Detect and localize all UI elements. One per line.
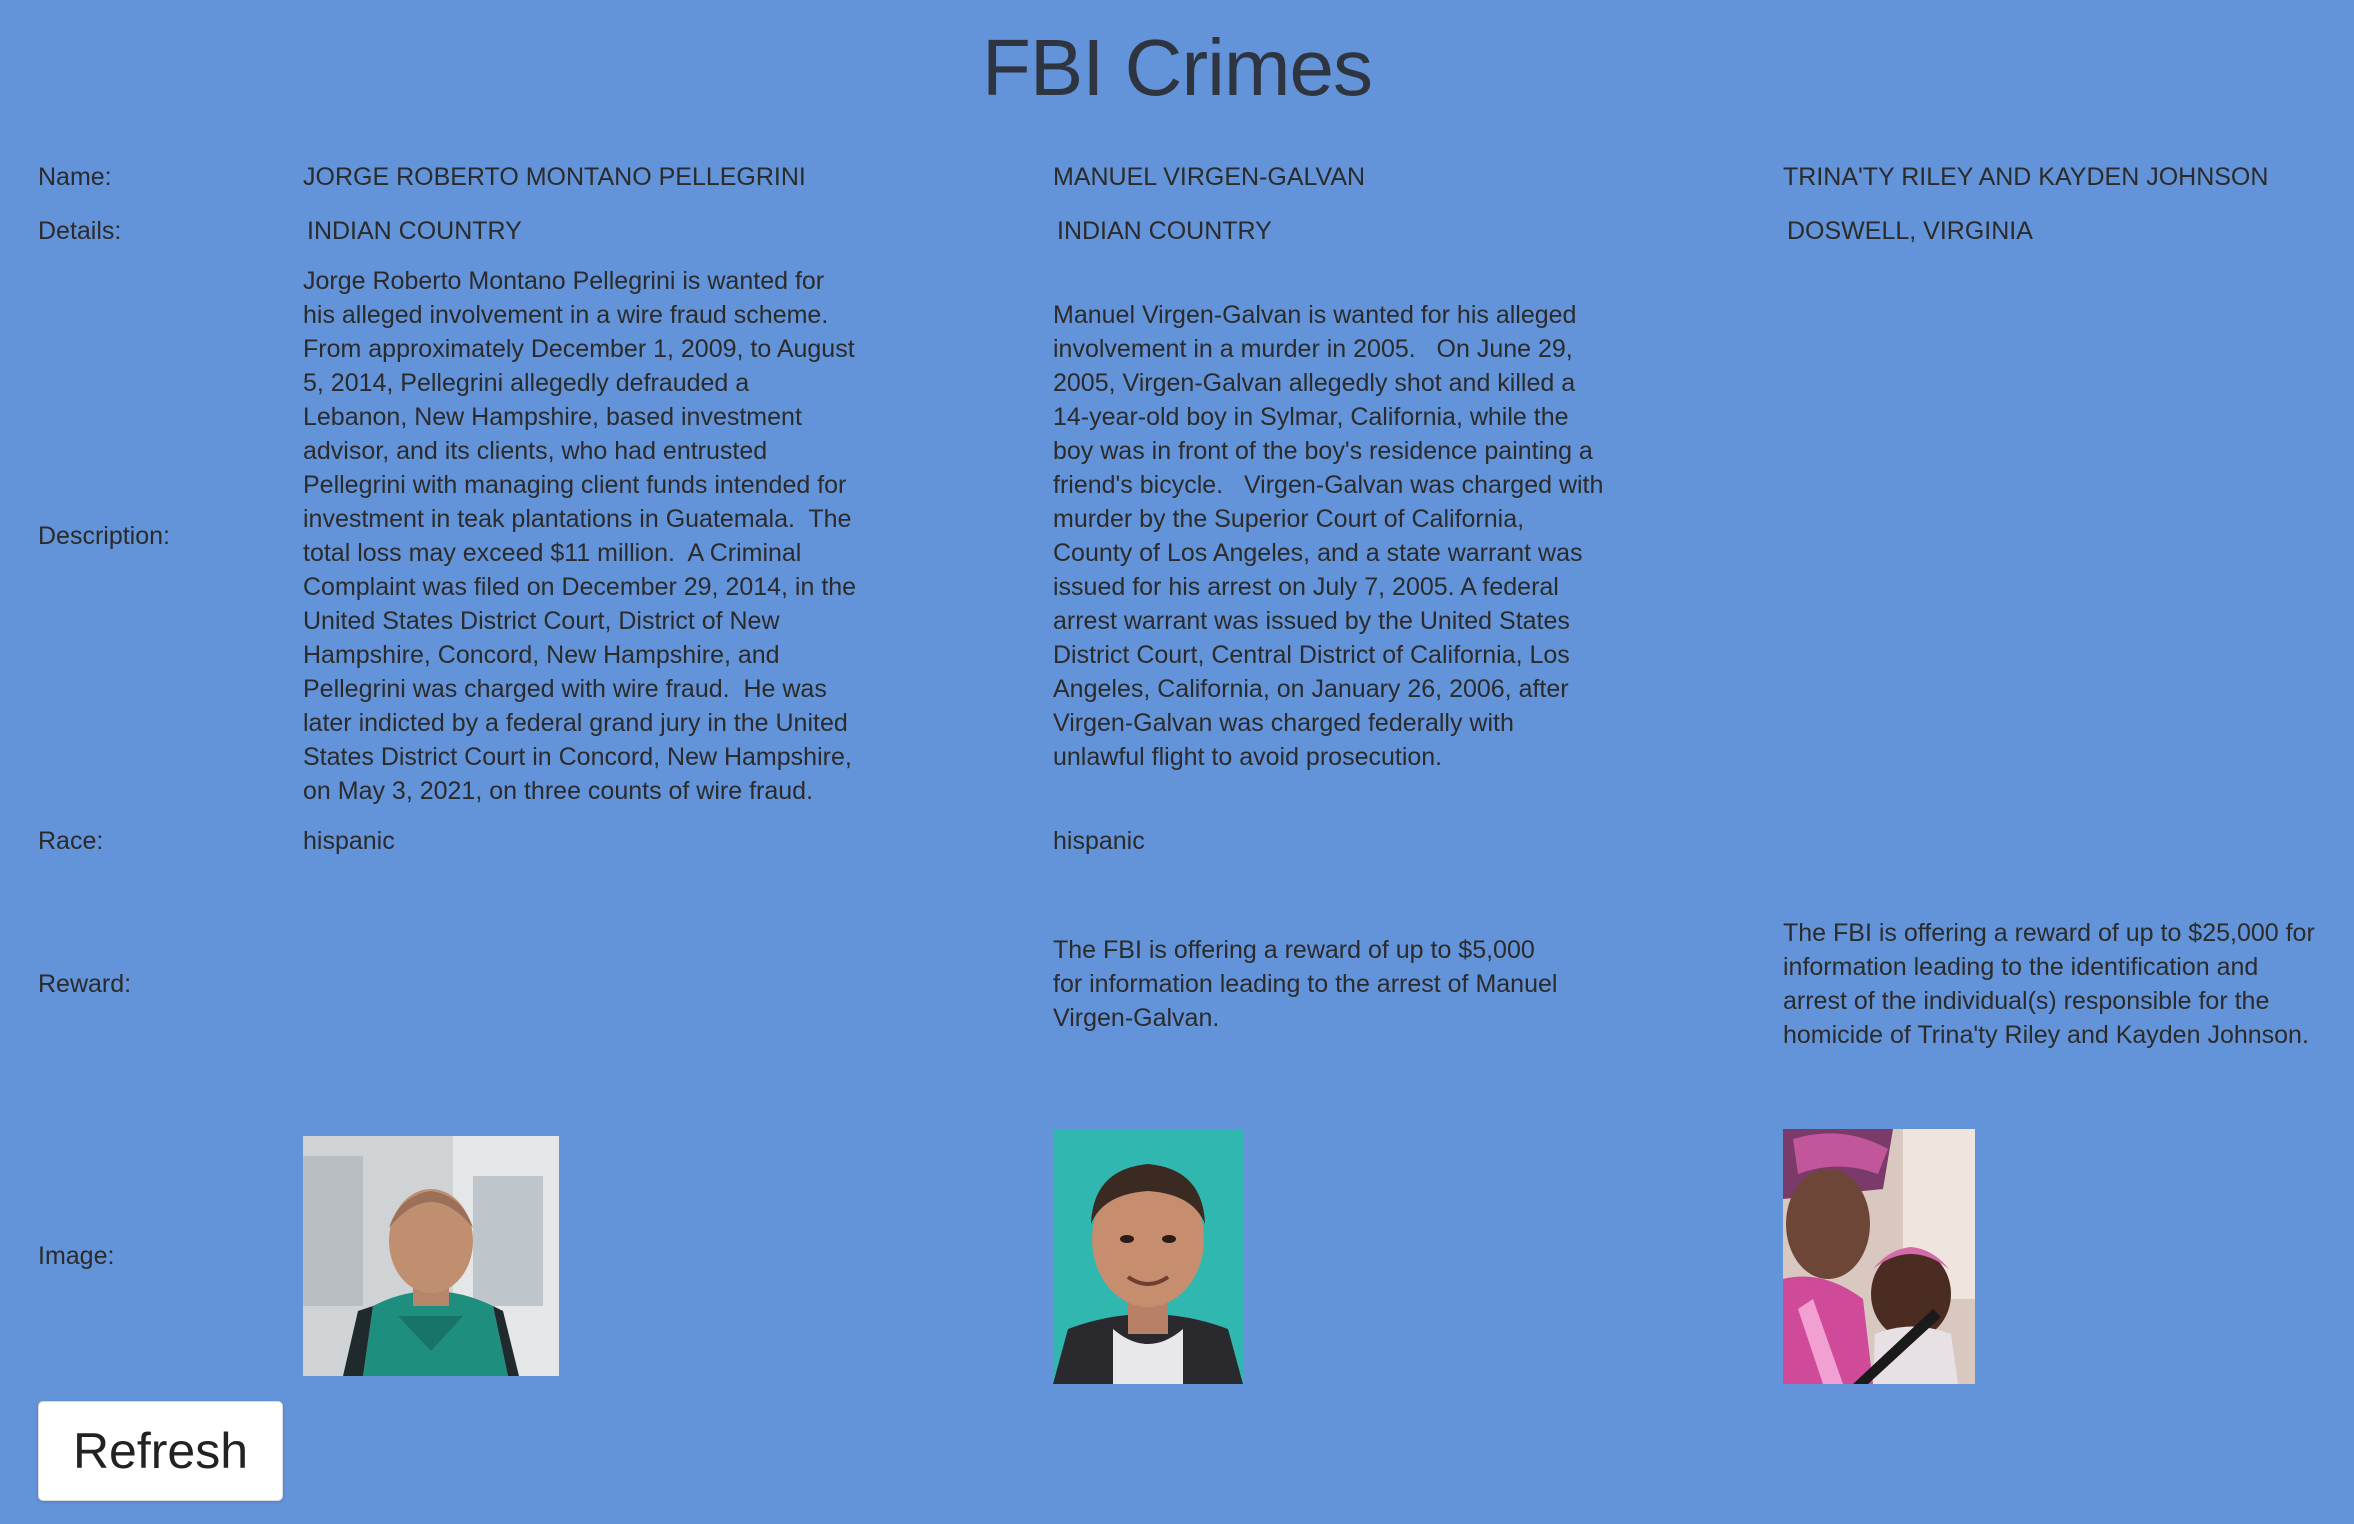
table-row-name: Name: JORGE ROBERTO MONTANO PELLEGRINI M… <box>22 150 2342 204</box>
record-3-name: TRINA'TY RILEY AND KAYDEN JOHNSON <box>1783 163 2269 191</box>
record-2-description-cell: Manuel Virgen-Galvan is wanted for his a… <box>1037 258 1767 814</box>
record-1-details: INDIAN COUNTRY <box>307 217 522 245</box>
record-1-name: JORGE ROBERTO MONTANO PELLEGRINI <box>303 163 806 191</box>
record-3-reward-cell: The FBI is offering a reward of up to $2… <box>1767 868 2342 1100</box>
record-1-image-cell <box>287 1100 1037 1412</box>
row-label-race: Race: <box>38 827 104 855</box>
record-1-description: Jorge Roberto Montano Pellegrini is want… <box>303 267 864 805</box>
record-3-image-cell <box>1767 1100 2342 1412</box>
table-row-image: Image: <box>22 1100 2342 1412</box>
record-2-reward-cell: The FBI is offering a reward of up to $5… <box>1037 868 1767 1100</box>
record-2-photo <box>1053 1128 1243 1384</box>
record-3-race <box>1767 814 2342 868</box>
row-label-name: Name: <box>38 163 112 191</box>
record-2-description: Manuel Virgen-Galvan is wanted for his a… <box>1053 301 1611 771</box>
row-label-reward: Reward: <box>38 970 132 998</box>
row-label-image: Image: <box>38 1242 115 1270</box>
record-2-details: INDIAN COUNTRY <box>1057 217 1272 245</box>
record-1-description-cell: Jorge Roberto Montano Pellegrini is want… <box>287 258 1037 814</box>
table-row-description: Description: Jorge Roberto Montano Pelle… <box>22 258 2342 814</box>
record-3-description <box>1767 258 2342 814</box>
page-title: FBI Crimes <box>982 23 1373 112</box>
table-row-race: Race: hispanic hispanic <box>22 814 2342 868</box>
record-2-race: hispanic <box>1053 827 1145 855</box>
record-2-reward: The FBI is offering a reward of up to $5… <box>1053 936 1558 1032</box>
table-row-details: Details: INDIAN COUNTRY INDIAN COUNTRY D… <box>22 204 2342 258</box>
table-row-reward: Reward: The FBI is offering a reward of … <box>22 868 2342 1100</box>
record-3-reward: The FBI is offering a reward of up to $2… <box>1783 919 2315 1049</box>
record-1-photo <box>303 1136 559 1376</box>
record-3-details: DOSWELL, VIRGINIA <box>1787 217 2033 245</box>
row-label-details: Details: <box>38 217 122 245</box>
record-2-image-cell <box>1037 1100 1767 1412</box>
record-2-name: MANUEL VIRGEN-GALVAN <box>1053 163 1366 191</box>
crimes-table: Name: JORGE ROBERTO MONTANO PELLEGRINI M… <box>22 150 2342 1412</box>
refresh-button[interactable]: Refresh <box>38 1401 283 1501</box>
record-1-race: hispanic <box>303 827 395 855</box>
record-3-photo <box>1783 1128 1975 1384</box>
row-label-description: Description: <box>38 522 170 550</box>
record-1-reward <box>287 868 1037 1100</box>
